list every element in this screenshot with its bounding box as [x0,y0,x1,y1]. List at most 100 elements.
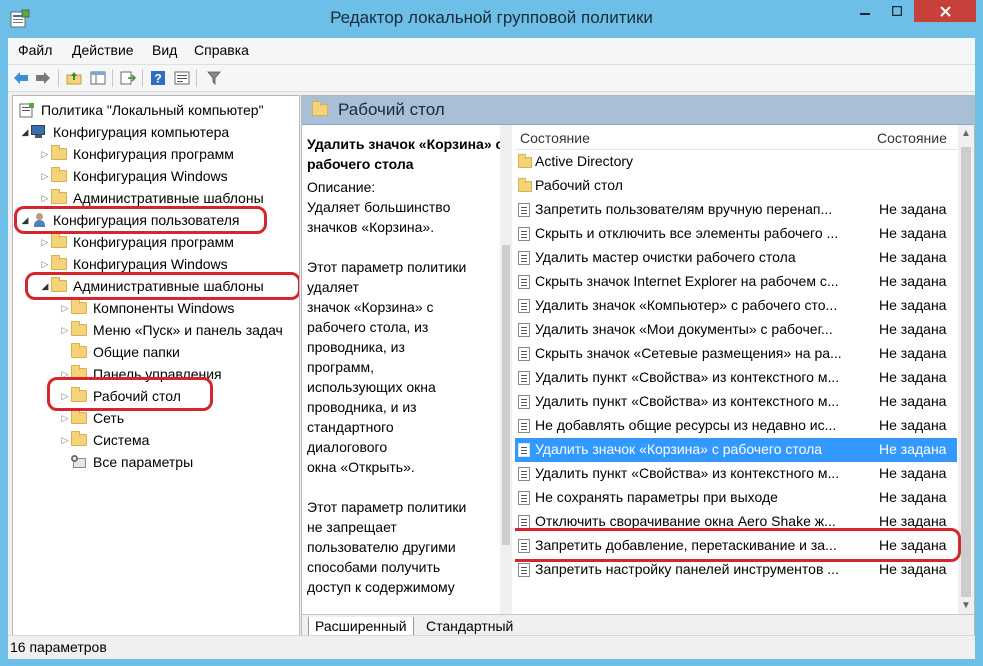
properties-button[interactable] [172,68,192,88]
tab-standard[interactable]: Стандартный [420,617,519,635]
menu-action[interactable]: Действие [72,42,134,58]
status-text: 16 параметров [10,639,107,655]
setting-name: Удалить значок «Мои документы» с рабочег… [535,321,833,337]
policy-row[interactable]: Скрыть значок Internet Explorer на рабоч… [515,270,957,294]
up-level-button[interactable] [64,68,84,88]
menu-file[interactable]: Файл [18,42,52,58]
column-header-name[interactable]: Состояние [520,130,590,146]
tree-item-all-settings[interactable]: Все параметры [71,451,193,473]
collapse-arrow-icon[interactable]: ▷ [59,435,71,446]
tree-item-computer-config[interactable]: ◢ Конфигурация компьютера [19,121,230,143]
tree-item-start-menu[interactable]: ▷ Меню «Пуск» и панель задач [59,319,283,341]
policy-row[interactable]: Скрыть значок «Сетевые размещения» на ра… [515,342,957,366]
export-list-button[interactable] [118,68,138,88]
setting-state: Не задана [879,345,947,361]
tree-item-computer-software[interactable]: ▷ Конфигурация программ [39,143,234,165]
description-line: пользователю другими [307,539,456,555]
menu-view[interactable]: Вид [152,42,177,58]
back-button[interactable] [11,68,31,88]
setting-state: Не задана [879,465,947,481]
description-line: значков «Корзина». [307,219,435,235]
folder-icon [51,189,67,204]
expand-icon[interactable]: ◢ [19,127,31,138]
description-scrollbar[interactable] [500,125,512,614]
toolbar: ? [8,65,975,92]
toolbar-separator [142,69,143,87]
tab-extended[interactable]: Расширенный [308,617,414,636]
tree-item-computer-windows[interactable]: ▷ Конфигурация Windows [39,165,228,187]
forward-button[interactable] [33,68,53,88]
policy-row[interactable]: Не сохранять параметры при выходе Не зада… [515,486,957,510]
setting-name: Скрыть и отключить все элементы рабочего… [535,225,839,241]
close-icon [939,5,951,17]
close-button[interactable] [914,0,976,22]
filter-button[interactable] [204,68,224,88]
setting-state: Не задана [879,273,947,289]
folder-up-icon [66,72,82,85]
policy-row[interactable]: Удалить значок «Корзина» с рабочего стол… [515,438,957,462]
setting-name: Скрыть значок «Сетевые размещения» на ра… [535,345,842,361]
folder-row[interactable]: Рабочий стол [515,174,957,198]
folder-icon [71,343,87,358]
tree-item-shared-folders[interactable]: Общие папки [71,341,180,363]
help-button[interactable]: ? [148,68,168,88]
tree-item-windows-components[interactable]: ▷ Компоненты Windows [59,297,234,319]
setting-state: Не задана [879,297,947,313]
column-header-state[interactable]: Состояние [877,130,947,146]
filter-icon [207,71,221,85]
policy-row[interactable]: Не добавлять общие ресурсы из недавно ис… [515,414,957,438]
policy-row[interactable]: Запретить пользователям вручную перенап.… [515,198,957,222]
tree-item-user-software[interactable]: ▷ Конфигурация программ [39,231,234,253]
settings-list: Состояние Состояние Active Directory Рабо… [515,125,974,614]
collapse-arrow-icon[interactable]: ▷ [39,171,51,182]
setting-state: Не задана [879,513,947,529]
collapse-arrow-icon[interactable]: ▷ [39,149,51,160]
setting-name: Рабочий стол [535,177,623,193]
setting-state: Не задана [879,249,947,265]
main-window: Редактор локальной групповой политики Фа… [0,0,983,666]
scrollbar-thumb[interactable] [502,245,510,545]
tree-label: Меню «Пуск» и панель задач [93,322,283,338]
collapse-arrow-icon[interactable]: ▷ [39,193,51,204]
policy-setting-icon [518,347,530,361]
collapse-arrow-icon[interactable]: ▷ [39,237,51,248]
toolbar-separator [112,69,113,87]
collapse-arrow-icon[interactable]: ▷ [59,413,71,424]
policy-row[interactable]: Удалить пункт «Свойства» из контекстного… [515,462,957,486]
policy-row[interactable]: Удалить пункт «Свойства» из контекстного… [515,390,957,414]
setting-name: Запретить пользователям вручную перенап.… [535,201,833,217]
policy-row[interactable]: Удалить пункт «Свойства» из контекстного… [515,366,957,390]
folder-row[interactable]: Active Directory [515,150,957,174]
policy-row[interactable]: Удалить значок «Мои документы» с рабочег… [515,318,957,342]
scrollbar-thumb[interactable] [961,147,971,597]
tree-label: Политика "Локальный компьютер" [41,102,264,118]
policy-setting-icon [518,299,530,313]
policy-row[interactable]: Удалить мастер очистки рабочего стола Не … [515,246,957,270]
highlight-ring [47,377,213,411]
show-hide-tree-button[interactable] [88,68,108,88]
tree-item-system[interactable]: ▷ Система [59,429,149,451]
folder-icon [51,167,67,182]
tree-item-root[interactable]: Политика "Локальный компьютер" [19,99,264,121]
scroll-up-icon[interactable]: ▲ [961,129,971,139]
policy-row[interactable]: Удалить значок «Компьютер» с рабочего ст… [515,294,957,318]
policy-row[interactable]: Скрыть и отключить все элементы рабочего… [515,222,957,246]
highlight-ring [14,206,267,234]
tree-pane: Политика "Локальный компьютер" ◢ Конфигу… [12,95,300,637]
tree-label: Общие папки [93,344,180,360]
toolbar-separator [196,69,197,87]
setting-state: Не задана [879,417,947,433]
collapse-arrow-icon[interactable]: ▷ [39,259,51,270]
collapse-arrow-icon[interactable]: ▷ [59,325,71,336]
tree-label: Конфигурация Windows [73,168,228,184]
title-bar[interactable]: Редактор локальной групповой политики [0,0,983,38]
setting-state: Не задана [879,201,947,217]
computer-icon [31,125,47,139]
tree-label: Конфигурация программ [73,146,234,162]
menu-help[interactable]: Справка [194,42,249,58]
minimize-button[interactable] [850,0,880,22]
collapse-arrow-icon[interactable]: ▷ [59,303,71,314]
description-line: Этот параметр политики [307,259,467,275]
scroll-down-icon[interactable]: ▼ [961,601,971,611]
maximize-button[interactable] [882,0,912,22]
